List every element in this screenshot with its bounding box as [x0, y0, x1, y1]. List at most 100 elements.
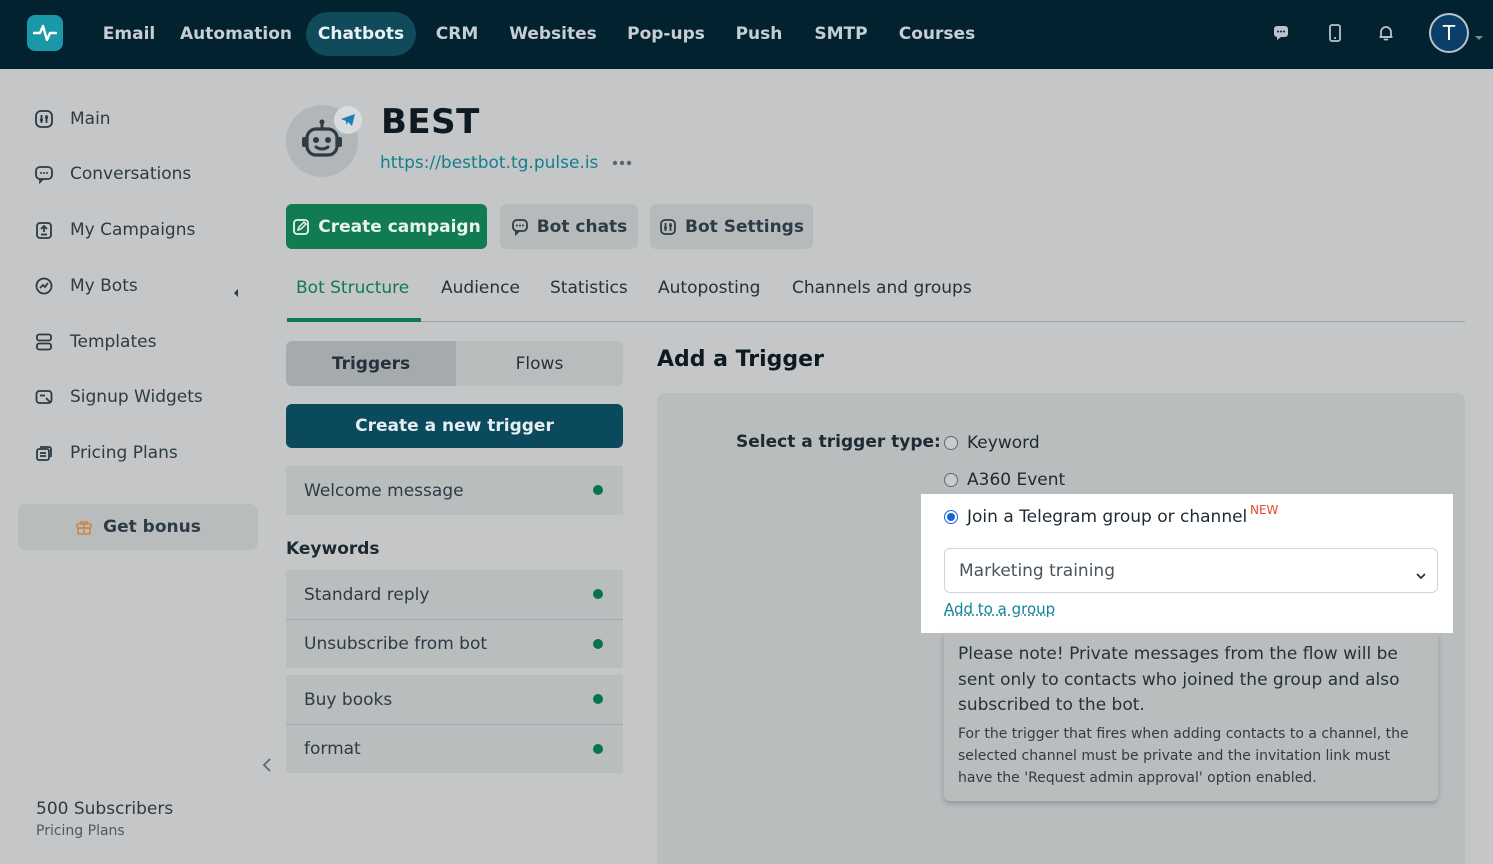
pricing-icon	[33, 442, 55, 464]
chat-bubble-icon	[33, 163, 55, 185]
note-sub-text: For the trigger that fires when adding c…	[958, 725, 1409, 786]
radio-label: A360 Event	[967, 470, 1066, 490]
sidebar-item-templates[interactable]: Templates	[33, 327, 156, 357]
radio-button[interactable]	[944, 436, 958, 450]
tab-autoposting[interactable]: Autoposting	[658, 278, 760, 298]
tab-bot-structure[interactable]: Bot Structure	[296, 278, 409, 298]
bot-settings-button[interactable]: Bot Settings	[650, 204, 813, 249]
add-trigger-title: Add a Trigger	[657, 347, 824, 372]
nav-popups[interactable]: Pop-ups	[620, 12, 712, 56]
chat-icon[interactable]	[1271, 22, 1291, 44]
chevron-down-icon[interactable]	[1474, 28, 1484, 40]
sidebar-item-main[interactable]: Main	[33, 104, 111, 134]
tab-audience[interactable]: Audience	[441, 278, 520, 298]
nav-email[interactable]: Email	[94, 12, 164, 56]
chevron-left-icon[interactable]	[232, 283, 240, 297]
trigger-type-a360-event[interactable]: A360 Event	[944, 468, 1065, 492]
telegram-icon	[334, 106, 362, 134]
chevron-down-icon	[1415, 566, 1427, 580]
trigger-type-keyword[interactable]: Keyword	[944, 431, 1040, 455]
trigger-label: Buy books	[304, 689, 393, 710]
note-main-text: Please note! Private messages from the f…	[958, 644, 1400, 715]
radio-label: Keyword	[967, 433, 1040, 453]
bot-icon	[33, 275, 55, 297]
sidebar-item-label: Pricing Plans	[70, 443, 178, 463]
trigger-label: Unsubscribe from bot	[304, 634, 488, 654]
private-messages-note: Please note! Private messages from the f…	[944, 633, 1438, 801]
trigger-type-label: Select a trigger type:	[736, 432, 941, 452]
trigger-item-standard-reply[interactable]: Standard reply	[286, 570, 623, 619]
trigger-type-telegram-join[interactable]: Join a Telegram group or channel	[944, 505, 1247, 529]
trigger-label: Standard reply	[304, 584, 430, 605]
create-campaign-label: Create campaign	[318, 216, 481, 237]
sliders-icon	[33, 108, 55, 130]
pulse-logo-icon[interactable]	[27, 15, 63, 51]
collapse-sidebar-icon[interactable]	[260, 756, 274, 774]
subscriber-count: 500 Subscribers	[36, 799, 174, 819]
status-dot	[593, 694, 603, 704]
pricing-plans-link[interactable]: Pricing Plans	[36, 823, 125, 839]
bot-chats-button[interactable]: Bot chats	[500, 204, 638, 249]
sliders-icon	[659, 218, 677, 236]
sidebar-item-label: Conversations	[70, 164, 192, 184]
sidebar-item-label: My Campaigns	[70, 220, 196, 240]
more-options-icon[interactable]	[611, 155, 633, 171]
radio-button-selected[interactable]	[944, 510, 958, 524]
user-avatar[interactable]: T	[1429, 13, 1469, 53]
bot-url-link[interactable]: https://bestbot.tg.pulse.is	[380, 153, 598, 173]
nav-smtp[interactable]: SMTP	[806, 12, 876, 56]
status-dot	[593, 589, 603, 599]
active-tab-indicator	[287, 318, 421, 322]
create-trigger-button[interactable]: Create a new trigger	[286, 404, 623, 448]
bot-name: BEST	[381, 102, 480, 142]
dropdown-value: Marketing training	[959, 560, 1115, 581]
chat-bubble-icon	[511, 218, 529, 236]
nav-courses[interactable]: Courses	[892, 12, 982, 56]
trigger-label: format	[304, 739, 361, 759]
flows-toggle[interactable]: Flows	[456, 341, 623, 386]
mobile-icon[interactable]	[1325, 22, 1345, 44]
status-dot	[593, 744, 603, 754]
sidebar-item-my-bots[interactable]: My Bots	[33, 271, 138, 301]
nav-crm[interactable]: CRM	[428, 12, 486, 56]
create-campaign-button[interactable]: Create campaign	[286, 204, 487, 249]
templates-icon	[33, 331, 55, 353]
trigger-item-buy-books[interactable]: Buy books	[286, 675, 623, 724]
gift-icon	[75, 518, 93, 536]
nav-websites[interactable]: Websites	[502, 12, 604, 56]
tab-channels-and-groups[interactable]: Channels and groups	[792, 278, 972, 298]
group-select-dropdown[interactable]: Marketing training	[944, 548, 1438, 593]
tabs-divider	[287, 321, 1465, 322]
sidebar-item-label: Templates	[70, 332, 157, 352]
sidebar-item-label: My Bots	[70, 276, 138, 296]
bot-chats-label: Bot chats	[536, 216, 628, 237]
nav-automation[interactable]: Automation	[178, 12, 294, 56]
sidebar-item-signup-widgets[interactable]: Signup Widgets	[33, 382, 203, 412]
get-bonus-label: Get bonus	[103, 517, 201, 537]
sidebar-item-label: Signup Widgets	[70, 387, 203, 407]
trigger-label: Welcome message	[304, 480, 464, 501]
welcome-trigger-card: Welcome message	[286, 466, 623, 515]
sidebar-item-conversations[interactable]: Conversations	[33, 159, 191, 189]
keyword-trigger-group: Buy books format	[286, 675, 623, 773]
trigger-item-format[interactable]: format	[286, 724, 623, 773]
widget-icon	[33, 386, 55, 408]
status-dot	[593, 485, 603, 495]
get-bonus-button[interactable]: Get bonus	[18, 504, 258, 550]
keyword-trigger-group: Standard reply Unsubscribe from bot	[286, 570, 623, 668]
nav-push[interactable]: Push	[728, 12, 790, 56]
radio-label: Join a Telegram group or channel	[967, 507, 1248, 527]
triggers-toggle[interactable]: Triggers	[286, 341, 456, 386]
tab-statistics[interactable]: Statistics	[550, 278, 628, 298]
trigger-item-unsubscribe[interactable]: Unsubscribe from bot	[286, 619, 623, 668]
sidebar-item-pricing-plans[interactable]: Pricing Plans	[33, 438, 178, 468]
add-to-group-link[interactable]: Add to a group	[944, 600, 1055, 618]
top-navigation-bar: Email Automation Chatbots CRM Websites P…	[0, 0, 1493, 69]
trigger-item-welcome[interactable]: Welcome message	[286, 466, 623, 515]
radio-button[interactable]	[944, 473, 958, 487]
bell-icon[interactable]	[1376, 22, 1396, 44]
sidebar-item-label: Main	[70, 109, 111, 129]
nav-chatbots[interactable]: Chatbots	[306, 12, 416, 56]
sidebar-item-my-campaigns[interactable]: My Campaigns	[33, 215, 195, 245]
keywords-heading: Keywords	[286, 539, 380, 559]
